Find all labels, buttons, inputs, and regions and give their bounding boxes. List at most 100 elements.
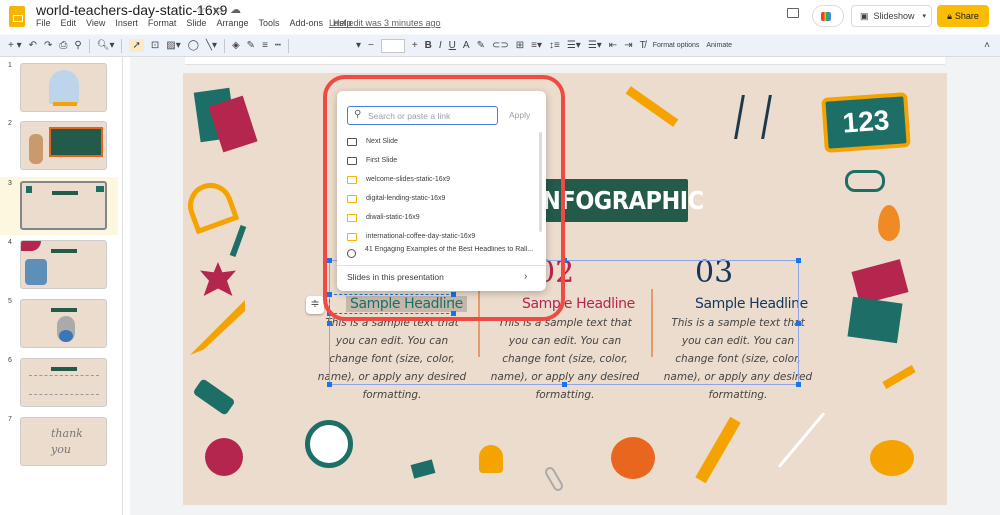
italic-icon[interactable]: I <box>439 40 442 51</box>
clear-formatting-icon[interactable]: T̸ <box>640 40 646 51</box>
resize-handle[interactable] <box>562 382 567 387</box>
resize-handle[interactable] <box>796 321 801 326</box>
increase-indent-icon[interactable]: ⇥ <box>624 40 632 51</box>
divider <box>223 38 225 53</box>
menu-file[interactable]: File <box>36 18 51 28</box>
share-label: Share <box>954 11 979 21</box>
menu-bar: File Edit View Insert Format Slide Arran… <box>36 18 352 28</box>
image-icon[interactable]: ▨▾ <box>166 40 180 51</box>
vertical-align-icon[interactable]: ≑ <box>306 296 324 314</box>
font-size-input[interactable] <box>380 38 405 53</box>
resize-handle[interactable] <box>327 321 332 326</box>
menu-arrange[interactable]: Arrange <box>216 18 248 28</box>
menu-format[interactable]: Format <box>148 18 177 28</box>
meet-button[interactable] <box>812 5 844 27</box>
move-folder-icon[interactable]: ▭ <box>213 3 223 16</box>
slide-number: 1 <box>8 62 12 69</box>
last-edit-link[interactable]: Last edit was 3 minutes ago <box>329 18 441 28</box>
glasses-illustration <box>845 170 885 192</box>
border-dash-icon[interactable]: ┅ <box>275 40 281 51</box>
shape-icon[interactable]: ◯ <box>188 40 199 51</box>
menu-tools[interactable]: Tools <box>258 18 279 28</box>
collapse-toolbar-icon[interactable]: ˄ <box>984 40 990 51</box>
divider <box>121 38 123 53</box>
redo-icon[interactable]: ↷ <box>44 40 52 51</box>
menu-slide[interactable]: Slide <box>186 18 206 28</box>
slideshow-button[interactable]: ▣ Slideshow ▾ <box>851 5 932 27</box>
slide-thumbnail-6[interactable]: 6 <box>0 354 118 412</box>
resize-handle[interactable] <box>796 258 801 263</box>
print-icon[interactable]: ⎙ <box>59 40 67 51</box>
number-board-illustration: 123 <box>821 92 911 153</box>
thank-you-text: thank you <box>51 427 83 456</box>
add-comment-icon[interactable]: ⊞ <box>516 40 524 51</box>
lock-icon: 🔒︎ <box>947 10 952 21</box>
slide-number: 3 <box>8 180 12 187</box>
slide-thumbnail-7[interactable]: 7 thank you <box>0 413 118 471</box>
bulleted-list-icon[interactable]: ☰▾ <box>567 40 581 51</box>
new-slide-icon[interactable]: + ▾ <box>8 40 22 51</box>
alarm-clock-illustration <box>305 420 353 468</box>
comment-history-icon[interactable] <box>787 8 799 18</box>
link-icon[interactable]: ⊂⊃ <box>492 40 509 51</box>
slide-thumbnail-2[interactable]: 2 <box>0 117 118 175</box>
slide-number: 7 <box>8 416 12 423</box>
font-size-increase[interactable]: + <box>412 40 418 51</box>
share-button[interactable]: 🔒︎ Share <box>937 5 989 27</box>
ball-illustration <box>205 438 243 476</box>
animate-button[interactable]: Animate <box>706 42 732 49</box>
star-icon[interactable]: ☆ <box>196 3 206 16</box>
text-box-icon[interactable]: ⊡ <box>151 40 159 51</box>
menu-edit[interactable]: Edit <box>61 18 77 28</box>
slide-thumbnail-1[interactable]: 1 <box>0 59 118 117</box>
bold-icon[interactable]: B <box>425 40 432 51</box>
font-dropdown[interactable]: ▾ <box>356 40 361 51</box>
menu-view[interactable]: View <box>86 18 105 28</box>
slide-number: 6 <box>8 357 12 364</box>
horizontal-ruler <box>185 57 945 65</box>
paint-format-icon[interactable]: ⚲ <box>74 40 81 51</box>
slide-number: 2 <box>8 120 12 127</box>
highlight-icon[interactable]: ✎ <box>477 40 485 51</box>
decrease-indent-icon[interactable]: ⇤ <box>609 40 617 51</box>
select-icon[interactable]: ➚ <box>129 39 144 52</box>
border-color-icon[interactable]: ✎ <box>247 40 255 51</box>
resize-handle[interactable] <box>796 382 801 387</box>
apple-illustration <box>611 437 655 479</box>
slide-number: 5 <box>8 298 12 305</box>
text-color-icon[interactable]: A <box>463 40 470 51</box>
format-options-button[interactable]: Format options <box>653 42 700 49</box>
slide-number: 4 <box>8 239 12 246</box>
slide-thumbnail-3[interactable]: 3 <box>0 177 118 235</box>
resize-handle[interactable] <box>327 382 332 387</box>
align-icon[interactable]: ≡▾ <box>531 40 542 51</box>
undo-icon[interactable]: ↶ <box>29 40 37 51</box>
vertical-ruler <box>122 57 130 515</box>
slides-logo[interactable] <box>9 6 25 27</box>
menu-insert[interactable]: Insert <box>115 18 138 28</box>
leaf-illustration <box>878 205 900 241</box>
palette-illustration <box>870 440 914 476</box>
border-weight-icon[interactable]: ≡ <box>262 40 268 51</box>
fill-color-icon[interactable]: ◈ <box>232 40 240 51</box>
slideshow-label: Slideshow <box>873 11 915 21</box>
toolbar: + ▾ ↶ ↷ ⎙ ⚲ 🔍︎▾ ➚ ⊡ ▨▾ ◯ ╲▾ ◈ ✎ ≡ ┅ ▾ − … <box>0 35 1000 57</box>
menu-addons[interactable]: Add-ons <box>289 18 323 28</box>
zoom-icon[interactable]: 🔍︎▾ <box>97 40 115 51</box>
line-spacing-icon[interactable]: ↕≡ <box>549 40 560 51</box>
numbered-list-icon[interactable]: ☰▾ <box>588 40 602 51</box>
meet-icon <box>821 12 831 21</box>
books-illustration <box>847 296 903 344</box>
underline-icon[interactable]: U <box>449 40 456 51</box>
divider <box>88 38 90 53</box>
bell-illustration <box>479 445 503 473</box>
slide-thumbnail-5[interactable]: 5 <box>0 295 118 353</box>
slide-thumbnail-4[interactable]: 4 <box>0 236 118 294</box>
line-icon[interactable]: ╲▾ <box>206 40 217 51</box>
annotation-highlight <box>323 75 565 321</box>
cloud-status-icon[interactable]: ☁ <box>230 3 241 16</box>
chevron-down-icon[interactable]: ▾ <box>922 12 926 20</box>
filmstrip: 1 2 3 4 5 6 7 thank you <box>0 57 122 515</box>
title-bar: world-teachers-day-static-16x9 ☆ ▭ ☁ Fil… <box>0 0 1000 34</box>
font-size-decrease[interactable]: − <box>368 40 374 51</box>
